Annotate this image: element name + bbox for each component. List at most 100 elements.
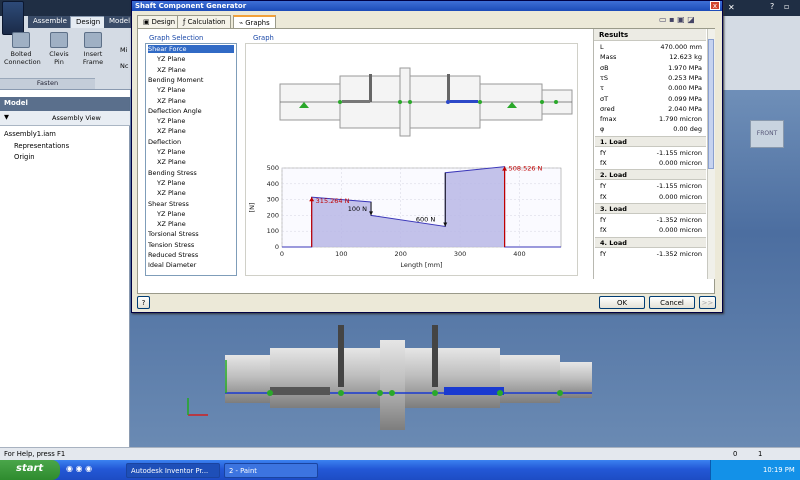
tree-item-representations[interactable]: Representations (14, 142, 69, 152)
graph-plane-option[interactable]: YZ Plane (157, 148, 185, 156)
status-bar: For Help, press F1 0 1 (0, 447, 800, 460)
graph-type-option[interactable]: Tension Stress (148, 241, 194, 249)
graph-type-option[interactable]: Bending Moment (148, 76, 203, 84)
node-marker (446, 100, 450, 104)
graph-plane-option[interactable]: YZ Plane (157, 86, 185, 94)
graph-type-option[interactable]: Deflection (148, 138, 181, 146)
node-marker (398, 100, 402, 104)
export-icon[interactable]: ▣ (677, 15, 685, 24)
data-label: 508.526 N (509, 165, 543, 173)
graph-plane-option[interactable]: YZ Plane (157, 210, 185, 218)
load-section-header[interactable]: 1. Load (595, 135, 706, 147)
result-row: φ 0.00 deg (598, 125, 706, 135)
graph-type-option[interactable]: Reduced Stress (148, 251, 198, 259)
graph-plane-option[interactable]: XZ Plane (157, 158, 186, 166)
shaft-section (225, 355, 270, 403)
result-value: 0.000 micron (658, 226, 702, 235)
insert-frame-button[interactable]: Insert Frame (76, 32, 110, 76)
result-row: fX 0.000 micron (598, 193, 706, 203)
tree-item-origin[interactable]: Origin (14, 153, 35, 163)
cancel-button[interactable]: Cancel (649, 296, 695, 309)
viewcube[interactable]: FRONT (750, 120, 784, 148)
insert-frame-label: Insert Frame (82, 50, 104, 66)
graph-type-option[interactable]: Deflection Angle (148, 107, 202, 115)
dialog-title[interactable]: Shaft Component Generator (132, 1, 722, 11)
bolted-connection-button[interactable]: Bolted Connection (4, 32, 41, 76)
open-folder-icon[interactable]: ▭ (659, 15, 667, 24)
application-menu-button[interactable] (2, 1, 24, 35)
ribbon-button-nc[interactable]: Nc (120, 62, 128, 70)
shear-force-chart[interactable]: 0 100 200 300 400 500 0 100 200 300 400 315.264 N10… (246, 162, 576, 274)
shaft-generator-dialog[interactable]: Shaft Component Generator x ▣ Design ƒ C… (131, 0, 723, 313)
close-button[interactable]: x (710, 1, 720, 10)
graph-selection-list[interactable]: Shear Force YZ Plane XZ Plane Bending Momen… (145, 43, 237, 276)
assembly-view-dropdown[interactable]: Assembly View (52, 114, 101, 122)
graph-plane-option[interactable]: XZ Plane (157, 127, 186, 135)
insert-frame-icon (84, 32, 102, 48)
result-row: fY -1.155 micron (598, 149, 706, 159)
settings-icon[interactable]: ◪ (687, 15, 695, 24)
help-button[interactable]: ? (137, 296, 150, 309)
graph-type-option[interactable]: Bending Stress (148, 169, 197, 177)
clock: 10:19 PM (763, 466, 795, 474)
tab-calculation[interactable]: ƒ Calculation (177, 15, 232, 28)
graph-plane-option[interactable]: YZ Plane (157, 55, 185, 63)
result-value: 470.000 mm (660, 43, 702, 51)
node-marker (389, 390, 395, 396)
result-value: 0.000 micron (658, 159, 702, 167)
results-scrollbar-thumb[interactable] (708, 39, 714, 169)
y-tick-label: 0 (275, 243, 279, 251)
graph-plane-option[interactable]: XZ Plane (157, 220, 186, 228)
shaft-diagram[interactable] (276, 66, 576, 141)
quick-launch-icon[interactable]: ◉ (85, 464, 92, 473)
load-section-header[interactable]: 4. Load (595, 236, 706, 248)
tab-assemble[interactable]: Assemble (28, 16, 72, 28)
graph-plane-option[interactable]: YZ Plane (157, 179, 185, 187)
graph-plane-option[interactable]: XZ Plane (157, 97, 186, 105)
x-tick-label: 100 (335, 250, 347, 258)
data-label: 600 N (416, 215, 435, 223)
clevis-pin-button[interactable]: Clevis Pin (42, 32, 76, 76)
quick-launch-icon[interactable]: ◉ (76, 464, 83, 473)
save-icon[interactable]: ▪ (669, 15, 674, 24)
graph-plane-option[interactable]: YZ Plane (157, 117, 185, 125)
tab-graphs[interactable]: ⌁ Graphs (233, 15, 276, 28)
result-key: φ (600, 125, 605, 134)
graph-label: Graph (253, 34, 274, 42)
result-value: -1.352 micron (656, 215, 702, 224)
graph-plane-option[interactable]: XZ Plane (157, 66, 186, 74)
task-paint[interactable]: 2 - Paint (224, 463, 318, 478)
graph-selection-label: Graph Selection (149, 34, 204, 42)
ok-button[interactable]: OK (599, 296, 645, 309)
node-marker (338, 100, 342, 104)
tab-calculation-label: Calculation (187, 18, 226, 26)
filter-icon[interactable]: ▼ (4, 113, 9, 121)
help-icon[interactable]: ? (770, 2, 774, 11)
start-button[interactable]: start (0, 460, 60, 480)
help-search-icon[interactable]: ✕ (728, 3, 735, 12)
browser-toolbar: ▼ Assembly View (0, 111, 130, 126)
shaft-section (500, 355, 560, 403)
node-marker (432, 390, 438, 396)
graph-type-option[interactable]: Torsional Stress (148, 230, 199, 238)
window-controls-icon[interactable]: ▫ (784, 2, 789, 11)
load-section-header[interactable]: 3. Load (595, 202, 706, 214)
task-inventor[interactable]: Autodesk Inventor Pr... (126, 463, 220, 478)
graph-plane-option[interactable]: XZ Plane (157, 189, 186, 197)
load-section-header[interactable]: 2. Load (595, 169, 706, 181)
shaft-3d-view[interactable] (130, 290, 800, 447)
more-button[interactable]: >> (699, 296, 716, 309)
graph-type-option[interactable]: Ideal Diameter (148, 261, 196, 269)
result-key: fX (600, 226, 607, 235)
quick-launch-icon[interactable]: ◉ (66, 464, 73, 473)
tab-design[interactable]: Design (70, 16, 107, 28)
ribbon-button-mi[interactable]: Mi (120, 46, 127, 54)
tab-design-dialog[interactable]: ▣ Design (137, 15, 182, 28)
results-panel: Results L 470.000 mm Mass 12.623 kg σB 1.970 … (593, 29, 714, 279)
graph-type-option[interactable]: Shear Stress (148, 200, 189, 208)
result-key: fY (600, 148, 607, 157)
tree-item-assembly[interactable]: Assembly1.iam (4, 130, 56, 140)
graph-type-option[interactable]: Shear Force (148, 45, 234, 54)
browser-title[interactable]: Model (0, 97, 130, 111)
ribbon-right-area (722, 16, 800, 90)
